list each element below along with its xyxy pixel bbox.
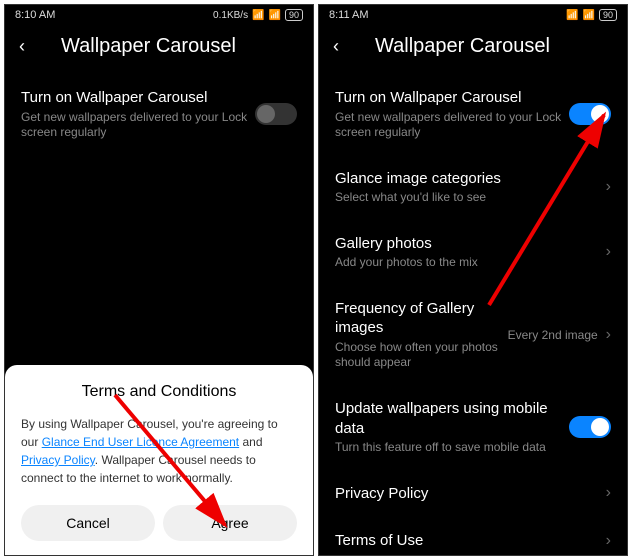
chevron-right-icon: ›	[606, 243, 611, 261]
setting-turn-on-carousel[interactable]: Turn on Wallpaper Carousel Get new wallp…	[335, 74, 611, 155]
screenshot-left: 8:10 AM 0.1KB/s 📶 📶 90 ‹ Wallpaper Carou…	[4, 4, 314, 556]
cancel-button[interactable]: Cancel	[21, 505, 155, 541]
back-icon[interactable]: ‹	[19, 36, 25, 57]
link-eula[interactable]: Glance End User Licence Agreement	[42, 435, 239, 449]
terms-body: By using Wallpaper Carousel, you're agre…	[21, 415, 297, 487]
setting-title: Glance image categories	[335, 169, 598, 189]
agree-button[interactable]: Agree	[163, 505, 297, 541]
chevron-right-icon: ›	[606, 178, 611, 196]
setting-turn-on-carousel[interactable]: Turn on Wallpaper Carousel Get new wallp…	[21, 74, 297, 155]
setting-mobile-data[interactable]: Update wallpapers using mobile data Turn…	[335, 385, 611, 470]
wifi-icon: 📶	[583, 10, 595, 21]
setting-title: Gallery photos	[335, 234, 598, 254]
setting-title: Terms of Use	[335, 531, 598, 551]
setting-subtitle: Select what you'd like to see	[335, 190, 598, 206]
wifi-icon: 📶	[269, 10, 281, 21]
chevron-right-icon: ›	[606, 326, 611, 344]
signal-icon: 📶	[566, 10, 578, 21]
battery-icon: 90	[599, 9, 617, 21]
toggle-carousel[interactable]	[255, 103, 297, 125]
setting-value: Every 2nd image	[508, 328, 598, 342]
chevron-right-icon: ›	[606, 484, 611, 502]
setting-subtitle: Get new wallpapers delivered to your Loc…	[335, 110, 569, 141]
setting-subtitle: Turn this feature off to save mobile dat…	[335, 440, 569, 456]
setting-title: Privacy Policy	[335, 484, 598, 504]
status-bar: 8:10 AM 0.1KB/s 📶 📶 90	[5, 5, 313, 25]
setting-gallery-photos[interactable]: Gallery photos Add your photos to the mi…	[335, 220, 611, 285]
setting-subtitle: Add your photos to the mix	[335, 255, 598, 271]
setting-frequency[interactable]: Frequency of Gallery images Choose how o…	[335, 285, 611, 385]
chevron-right-icon: ›	[606, 532, 611, 550]
setting-privacy-policy[interactable]: Privacy Policy ›	[335, 470, 611, 518]
toggle-mobile-data[interactable]	[569, 416, 611, 438]
setting-title: Frequency of Gallery images	[335, 299, 502, 338]
setting-terms-of-use[interactable]: Terms of Use ›	[335, 517, 611, 556]
setting-subtitle: Get new wallpapers delivered to your Loc…	[21, 110, 255, 141]
setting-glance-categories[interactable]: Glance image categories Select what you'…	[335, 155, 611, 220]
battery-icon: 90	[285, 9, 303, 21]
toggle-carousel[interactable]	[569, 103, 611, 125]
network-speed: 0.1KB/s	[213, 10, 248, 21]
terms-sheet: Terms and Conditions By using Wallpaper …	[5, 365, 313, 555]
status-time: 8:10 AM	[15, 9, 55, 21]
status-time: 8:11 AM	[329, 9, 369, 21]
setting-title: Turn on Wallpaper Carousel	[335, 88, 569, 108]
status-bar: 8:11 AM 📶 📶 90	[319, 5, 627, 25]
back-icon[interactable]: ‹	[333, 36, 339, 57]
terms-title: Terms and Conditions	[21, 383, 297, 401]
signal-icon: 📶	[252, 10, 264, 21]
setting-title: Update wallpapers using mobile data	[335, 399, 569, 438]
setting-title: Turn on Wallpaper Carousel	[21, 88, 255, 108]
setting-subtitle: Choose how often your photos should appe…	[335, 340, 502, 371]
page-title: Wallpaper Carousel	[61, 35, 299, 58]
page-title: Wallpaper Carousel	[375, 35, 613, 58]
header: ‹ Wallpaper Carousel	[5, 25, 313, 74]
link-privacy[interactable]: Privacy Policy	[21, 453, 95, 467]
screenshot-right: 8:11 AM 📶 📶 90 ‹ Wallpaper Carousel Turn…	[318, 4, 628, 556]
header: ‹ Wallpaper Carousel	[319, 25, 627, 74]
